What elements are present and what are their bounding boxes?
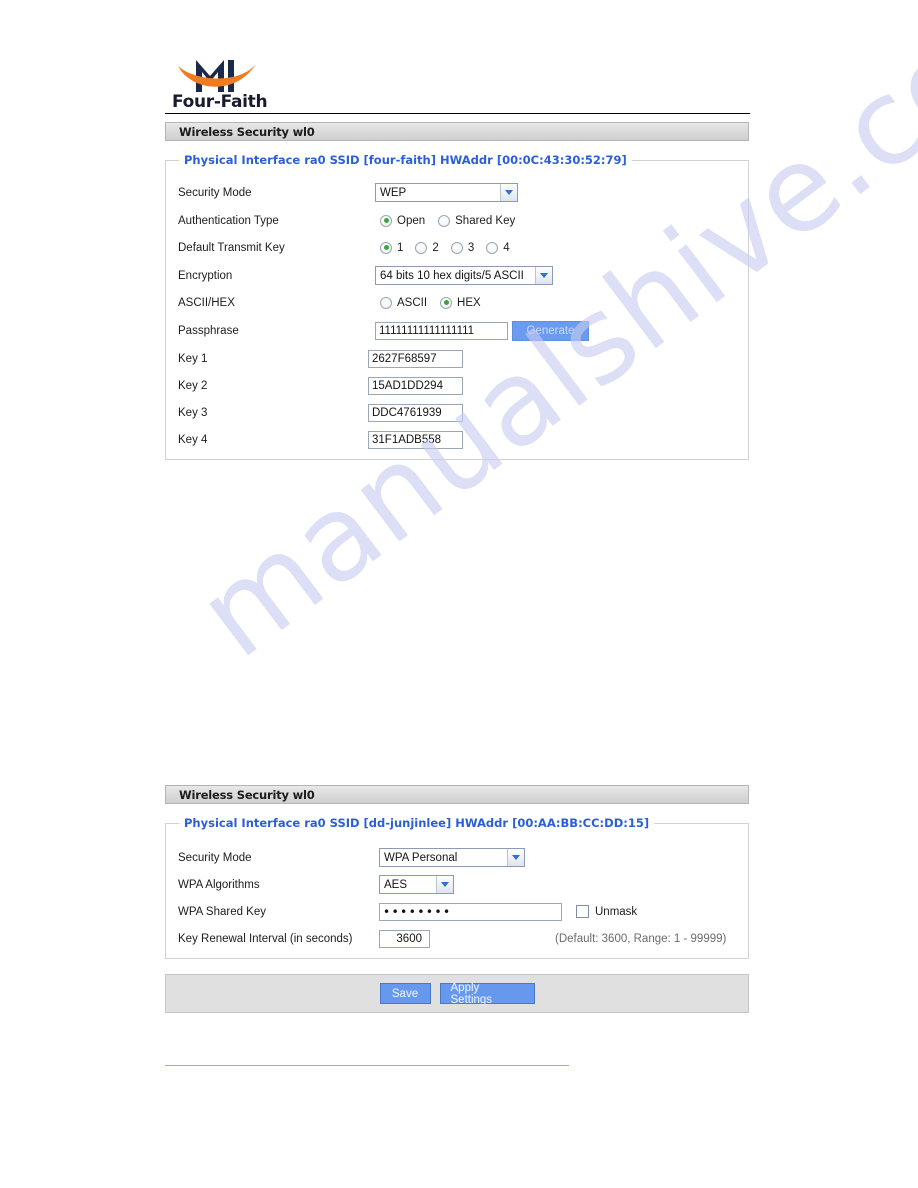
wep-settings-panel: Physical Interface ra0 SSID [four-faith]… <box>165 153 749 460</box>
unmask-checkbox[interactable] <box>576 905 589 918</box>
row-key-3: Key 3 DDC4761939 <box>166 399 748 426</box>
key-1-input[interactable]: 2627F68597 <box>368 349 463 368</box>
radio-label-key-1: 1 <box>397 241 404 254</box>
row-wpa-algorithms: WPA Algorithms AES <box>166 871 748 898</box>
panel-legend-1: Physical Interface ra0 SSID [four-faith]… <box>179 153 632 167</box>
label-passphrase: Passphrase <box>178 324 239 337</box>
label-key-1: Key 1 <box>178 352 208 365</box>
key-3-input[interactable]: DDC4761939 <box>368 403 463 422</box>
label-authentication-type: Authentication Type <box>178 214 279 227</box>
default-transmit-key-radio-group: 1 2 3 4 <box>380 241 510 254</box>
authentication-type-radio-group: Open Shared Key <box>380 214 528 227</box>
row-key-1: Key 1 2627F68597 <box>166 345 748 372</box>
radio-indicator <box>380 296 392 309</box>
wpa-algorithms-value: AES <box>384 878 408 891</box>
radio-auth-open[interactable]: Open <box>380 214 426 227</box>
row-wpa-shared-key: WPA Shared Key •••••••• Unmask <box>166 898 748 925</box>
row-ascii-hex: ASCII/HEX ASCII HEX <box>166 289 748 316</box>
radio-label-ascii: ASCII <box>397 296 428 309</box>
row-passphrase: Passphrase 11111111111111111 Generate <box>166 317 748 344</box>
wpa-security-mode-value: WPA Personal <box>384 851 458 864</box>
key-renewal-interval-input[interactable]: 3600 <box>379 929 430 948</box>
chevron-down-icon <box>535 267 552 284</box>
radio-ascii[interactable]: ASCII <box>380 296 428 309</box>
label-wpa-security-mode: Security Mode <box>178 851 252 864</box>
key-renewal-hint: (Default: 3600, Range: 1 - 99999) <box>555 932 727 945</box>
section-title-bar-2: Wireless Security wl0 <box>165 785 749 804</box>
security-mode-select[interactable]: WEP <box>375 183 518 202</box>
radio-indicator <box>380 214 392 227</box>
radio-indicator <box>380 241 392 254</box>
action-bar: Save Apply Settings <box>165 974 749 1013</box>
four-faith-logo-icon <box>178 60 256 92</box>
unmask-checkbox-item[interactable]: Unmask <box>576 905 637 918</box>
label-key-2: Key 2 <box>178 379 208 392</box>
radio-hex[interactable]: HEX <box>440 296 481 309</box>
row-default-transmit-key: Default Transmit Key 1 2 3 4 <box>166 234 748 261</box>
chevron-down-icon <box>507 849 524 866</box>
section-title-bar-1: Wireless Security wl0 <box>165 122 749 141</box>
row-security-mode: Security Mode WEP <box>166 179 748 206</box>
save-button[interactable]: Save <box>379 983 431 1004</box>
section-title-2: Wireless Security wl0 <box>179 787 315 802</box>
radio-label-shared-key: Shared Key <box>455 214 516 227</box>
radio-label-key-4: 4 <box>503 241 510 254</box>
panel-legend-2: Physical Interface ra0 SSID [dd-junjinle… <box>179 816 655 830</box>
apply-settings-button[interactable]: Apply Settings <box>439 982 535 1006</box>
encryption-select[interactable]: 64 bits 10 hex digits/5 ASCII <box>375 266 553 285</box>
radio-label-key-2: 2 <box>432 241 439 254</box>
label-ascii-hex: ASCII/HEX <box>178 296 235 309</box>
chevron-down-icon <box>436 876 453 893</box>
radio-indicator <box>440 296 453 309</box>
radio-transmit-key-1[interactable]: 1 <box>380 241 404 254</box>
label-key-4: Key 4 <box>178 433 208 446</box>
wpa-security-mode-select[interactable]: WPA Personal <box>379 848 525 867</box>
brand-logo: Four-Faith <box>172 52 292 116</box>
wpa-shared-key-input[interactable]: •••••••• <box>379 902 562 921</box>
header-divider <box>165 113 750 114</box>
row-wpa-security-mode: Security Mode WPA Personal <box>166 844 748 871</box>
ascii-hex-radio-group: ASCII HEX <box>380 296 494 309</box>
wpa-algorithms-select[interactable]: AES <box>379 875 454 894</box>
radio-label-key-3: 3 <box>467 241 475 254</box>
label-default-transmit-key: Default Transmit Key <box>178 241 285 254</box>
radio-transmit-key-4[interactable]: 4 <box>486 241 510 254</box>
row-encryption: Encryption 64 bits 10 hex digits/5 ASCII <box>166 262 748 289</box>
passphrase-input[interactable]: 11111111111111111 <box>375 321 508 340</box>
label-encryption: Encryption <box>178 269 233 282</box>
radio-transmit-key-2[interactable]: 2 <box>415 241 439 254</box>
radio-label-open: Open <box>397 214 426 227</box>
key-2-input[interactable]: 15AD1DD294 <box>368 376 463 395</box>
wpa-settings-panel: Physical Interface ra0 SSID [dd-junjinle… <box>165 816 749 959</box>
radio-indicator <box>438 214 451 227</box>
row-key-2: Key 2 15AD1DD294 <box>166 372 748 399</box>
radio-label-hex: HEX <box>457 296 481 309</box>
row-key-4: Key 4 31F1ADB558 <box>166 426 748 453</box>
radio-transmit-key-3[interactable]: 3 <box>450 241 475 254</box>
label-wpa-shared-key: WPA Shared Key <box>178 905 266 918</box>
brand-name: Four-Faith <box>172 92 268 112</box>
radio-auth-shared-key[interactable]: Shared Key <box>438 214 516 227</box>
footer-divider <box>165 1065 569 1066</box>
chevron-down-icon <box>500 184 517 201</box>
security-mode-value: WEP <box>380 186 407 199</box>
key-4-input[interactable]: 31F1ADB558 <box>368 430 463 449</box>
unmask-label: Unmask <box>595 905 638 918</box>
radio-indicator <box>450 241 463 254</box>
label-key-renewal-interval: Key Renewal Interval (in seconds) <box>178 932 353 945</box>
radio-indicator <box>415 241 428 254</box>
wpa-shared-key-masked-value: •••••••• <box>383 904 452 919</box>
section-title-1: Wireless Security wl0 <box>179 124 315 139</box>
label-key-3: Key 3 <box>178 406 208 419</box>
generate-button[interactable]: Generate <box>512 320 589 341</box>
label-security-mode: Security Mode <box>178 186 252 199</box>
row-authentication-type: Authentication Type Open Shared Key <box>166 207 748 234</box>
encryption-value: 64 bits 10 hex digits/5 ASCII <box>380 269 524 282</box>
label-wpa-algorithms: WPA Algorithms <box>178 878 260 891</box>
radio-indicator <box>486 241 499 254</box>
row-key-renewal-interval: Key Renewal Interval (in seconds) 3600 (… <box>166 925 748 952</box>
